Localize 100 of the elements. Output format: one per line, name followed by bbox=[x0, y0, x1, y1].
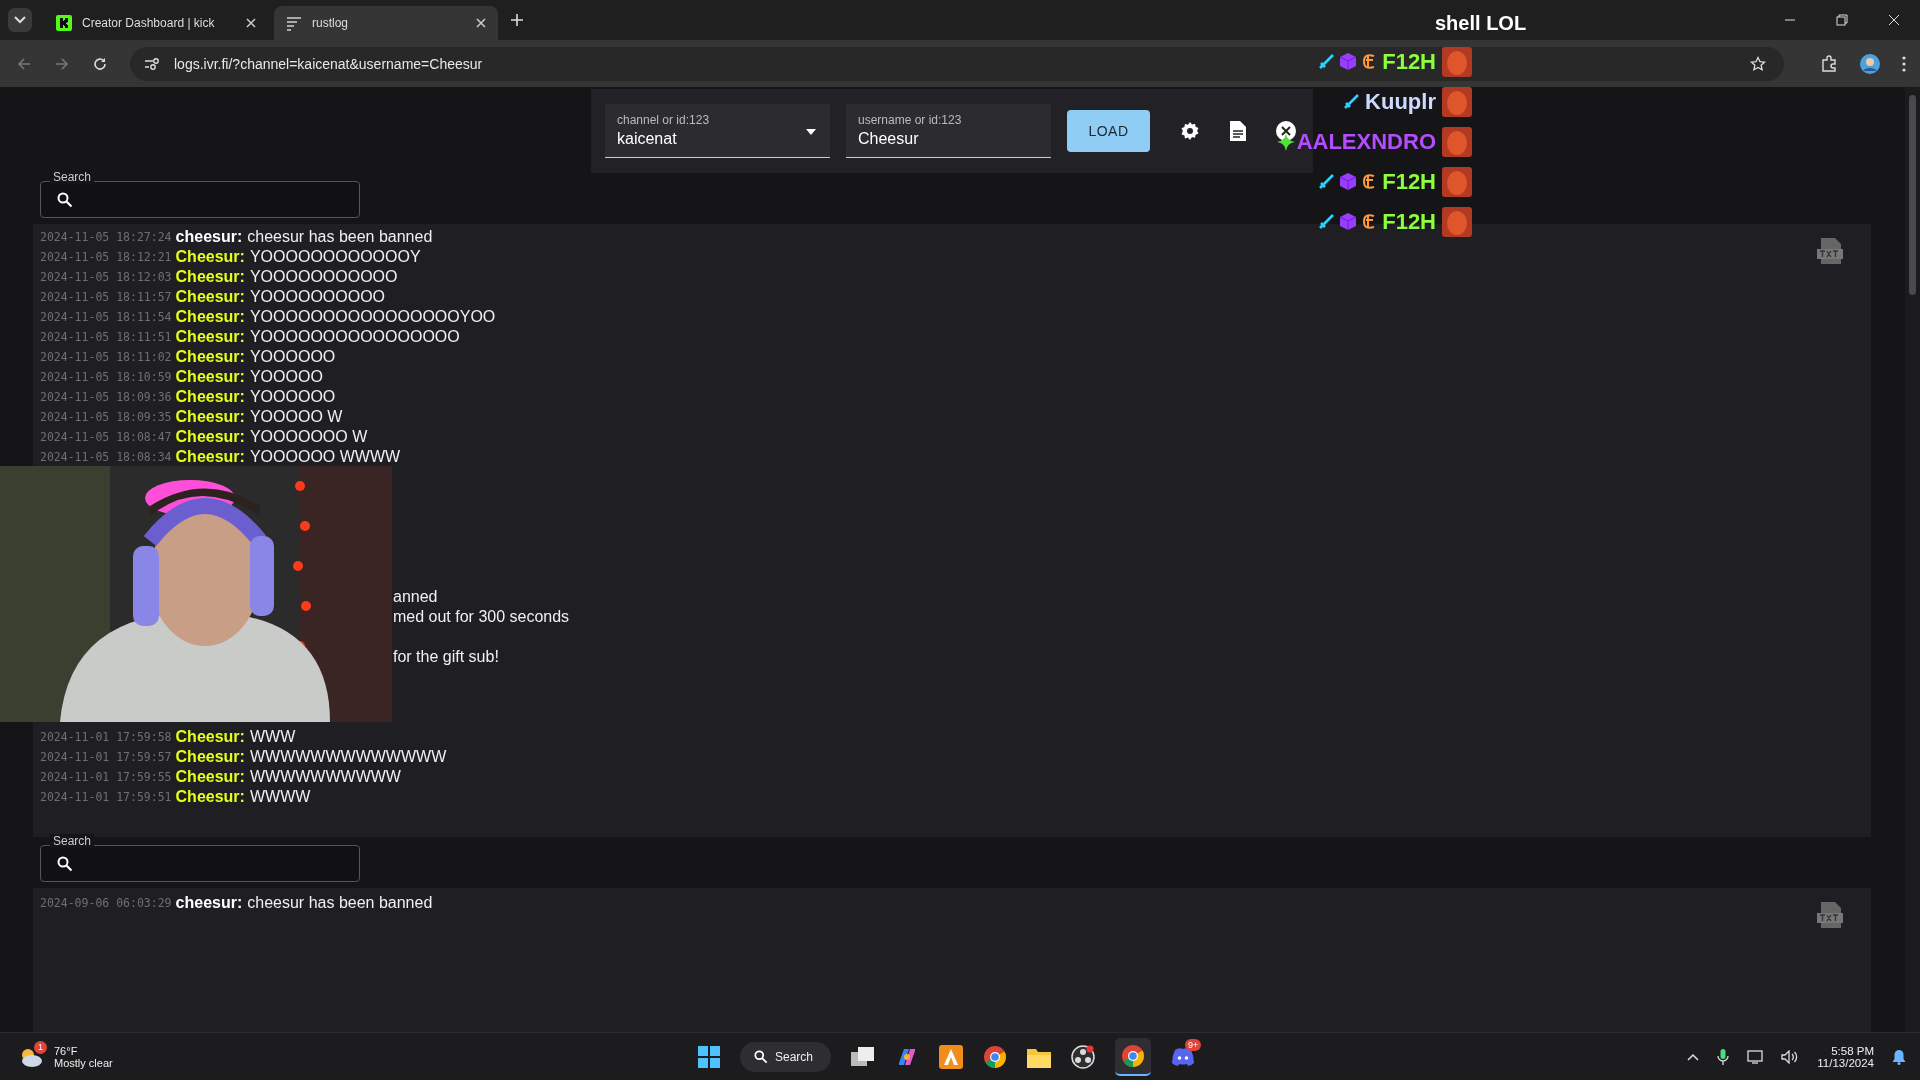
coin-badge-icon bbox=[1362, 173, 1377, 190]
username-field[interactable]: username or id:123 Cheesur bbox=[846, 104, 1051, 158]
triangle-app-icon[interactable] bbox=[939, 1044, 964, 1069]
timestamp: 2024-11-05 18:09:36 bbox=[40, 390, 172, 404]
caret-icon bbox=[806, 129, 816, 135]
caret-icon bbox=[14, 16, 26, 24]
timestamp: 2024-11-05 18:10:59 bbox=[40, 370, 172, 384]
message-text: YOOOOOO bbox=[249, 388, 336, 406]
close-icon[interactable] bbox=[1888, 14, 1900, 26]
timestamp: 2024-11-01 17:59:55 bbox=[40, 770, 172, 784]
username: cheesur: bbox=[175, 894, 243, 912]
username: Cheesur: bbox=[175, 748, 245, 766]
search-label: Search bbox=[50, 170, 95, 184]
timestamp: 2024-11-05 18:09:35 bbox=[40, 410, 172, 424]
username: Cheesur: bbox=[175, 428, 245, 446]
windows-start-icon[interactable] bbox=[698, 1045, 720, 1068]
text-file-icon[interactable] bbox=[1817, 902, 1845, 928]
message-text: anned bbox=[393, 588, 438, 606]
message-text: WWWW bbox=[249, 788, 311, 806]
avatar-icon bbox=[1442, 126, 1472, 157]
username: Cheesur: bbox=[175, 768, 245, 786]
bookmark-star-icon[interactable] bbox=[1750, 55, 1766, 72]
timestamp: 2024-11-01 17:59:58 bbox=[40, 730, 172, 744]
lines-icon bbox=[286, 15, 302, 31]
timestamp: 2024-11-05 18:12:21 bbox=[40, 250, 172, 264]
sword-badge-icon bbox=[1343, 93, 1360, 110]
network-icon[interactable] bbox=[1747, 1049, 1764, 1064]
username: Cheesur: bbox=[175, 248, 245, 266]
message-text: YOOOOOOOOOOO bbox=[249, 268, 398, 286]
message-text: YOOOOO W bbox=[249, 408, 343, 426]
obs-icon[interactable] bbox=[1071, 1044, 1096, 1069]
username: Cheesur: bbox=[175, 368, 245, 386]
discord-icon[interactable] bbox=[1171, 1046, 1196, 1067]
message-text: WWW bbox=[249, 728, 296, 746]
chat-username: Kuuplr bbox=[1365, 88, 1436, 115]
taskbar-search[interactable]: Search bbox=[740, 1041, 832, 1072]
profile-avatar-icon[interactable] bbox=[1860, 53, 1880, 74]
chat-username: F12H bbox=[1382, 208, 1436, 235]
search-icon bbox=[754, 1049, 768, 1064]
load-button[interactable]: LOAD bbox=[1067, 110, 1150, 152]
site-settings-icon[interactable] bbox=[144, 56, 160, 71]
close-icon[interactable] bbox=[1276, 121, 1296, 141]
text-file-icon[interactable] bbox=[1817, 238, 1845, 264]
k-logo-icon bbox=[56, 15, 72, 31]
close-icon[interactable] bbox=[476, 18, 486, 28]
notification-bell-icon[interactable] bbox=[1892, 1048, 1906, 1065]
chrome-icon[interactable] bbox=[1121, 1043, 1146, 1068]
chat-username: F12H bbox=[1382, 48, 1436, 75]
restore-icon[interactable] bbox=[1836, 14, 1848, 26]
channel-select[interactable]: channel or id:123 kaicenat bbox=[605, 104, 830, 158]
message-text: WWWWWWWWWW bbox=[249, 768, 401, 786]
notification-badge: 1 bbox=[34, 1040, 47, 1054]
search-label: Search bbox=[50, 834, 95, 848]
timestamp: 2024-11-05 18:11:51 bbox=[40, 330, 172, 344]
avatar-icon bbox=[1442, 166, 1472, 197]
avatar-icon bbox=[1442, 206, 1472, 237]
timestamp: 2024-11-01 17:59:51 bbox=[40, 790, 172, 804]
microphone-icon[interactable] bbox=[1717, 1048, 1730, 1065]
message-text: YOOOOOOOOOO bbox=[249, 288, 386, 306]
tab-search-button[interactable] bbox=[8, 8, 32, 32]
username: Cheesur: bbox=[175, 328, 245, 346]
username: Cheesur: bbox=[175, 728, 245, 746]
settings-icon[interactable] bbox=[1180, 121, 1200, 141]
search-field[interactable] bbox=[40, 181, 360, 218]
close-icon[interactable] bbox=[246, 18, 256, 28]
task-view-icon[interactable] bbox=[851, 1045, 876, 1068]
reload-icon[interactable] bbox=[92, 55, 108, 72]
forward-icon[interactable] bbox=[54, 55, 70, 72]
timestamp: 2024-11-05 18:11:02 bbox=[40, 350, 172, 364]
message-text: YOOOOOO bbox=[249, 348, 336, 366]
browser-tab[interactable]: rustlog bbox=[274, 6, 498, 40]
volume-icon[interactable] bbox=[1781, 1049, 1800, 1064]
document-icon[interactable] bbox=[1230, 121, 1246, 141]
timestamp: 2024-11-05 18:11:54 bbox=[40, 310, 172, 324]
sword-badge-icon bbox=[1318, 213, 1335, 230]
username: Cheesur: bbox=[175, 348, 245, 366]
cube-badge-icon bbox=[1340, 53, 1357, 70]
username: Cheesur: bbox=[175, 408, 245, 426]
browser-tab[interactable]: Creator Dashboard | kick bbox=[44, 6, 268, 40]
timestamp: 2024-11-05 18:08:34 bbox=[40, 450, 172, 464]
chat-username: AALEXNDRO bbox=[1296, 128, 1436, 155]
scrollbar[interactable] bbox=[1905, 87, 1920, 1032]
back-icon[interactable] bbox=[16, 55, 32, 72]
chevron-up-icon[interactable] bbox=[1687, 1052, 1700, 1061]
sword-badge-icon bbox=[1318, 53, 1335, 70]
chrome-icon[interactable] bbox=[983, 1044, 1008, 1069]
avatar-icon bbox=[1442, 46, 1472, 77]
timestamp: 2024-11-05 18:11:57 bbox=[40, 290, 172, 304]
search-field[interactable] bbox=[40, 845, 360, 882]
message-text: YOOOOOOOOOOOOOOOO bbox=[249, 328, 460, 346]
notification-badge: 9+ bbox=[1185, 1038, 1202, 1051]
new-tab-icon[interactable] bbox=[510, 13, 524, 27]
message-text: YOOOOOO WWWW bbox=[249, 448, 401, 466]
search-icon bbox=[57, 191, 73, 208]
extensions-icon[interactable] bbox=[1820, 54, 1838, 73]
message-text: YOOOOOOOOOOOOY bbox=[249, 248, 421, 266]
menu-icon[interactable] bbox=[1902, 55, 1906, 72]
coin-badge-icon bbox=[1362, 213, 1377, 230]
message-text: YOOOOOOOOOOOOOOOOYOO bbox=[249, 308, 496, 326]
username: Cheesur: bbox=[175, 268, 245, 286]
